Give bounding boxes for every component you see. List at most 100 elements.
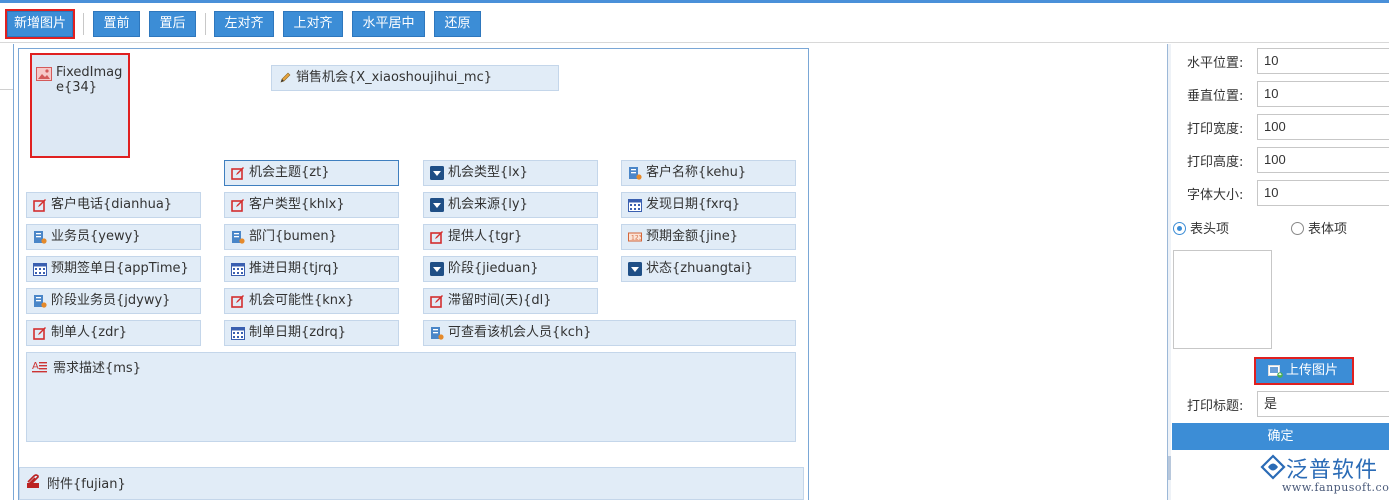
radio-unchecked-icon bbox=[1291, 222, 1304, 235]
field-tgr[interactable]: 提供人{tgr} bbox=[423, 224, 598, 250]
field-tjrq[interactable]: 推进日期{tjrq} bbox=[224, 256, 399, 282]
brand-url: www.fanpusoft.com bbox=[1282, 481, 1389, 494]
field-bm[interactable]: 部门{bumen} bbox=[224, 224, 399, 250]
print-width-input[interactable]: 100 bbox=[1257, 114, 1389, 140]
field-label: 阶段业务员{jdywy} bbox=[51, 293, 171, 308]
field-fxrq[interactable]: 发现日期{fxrq} bbox=[621, 192, 796, 218]
h-position-input[interactable]: 10 bbox=[1257, 48, 1389, 74]
v-position-row: 垂直位置: 10 bbox=[1172, 77, 1389, 110]
font-size-input[interactable]: 10 bbox=[1257, 180, 1389, 206]
brand-name: 泛普软件 bbox=[1286, 458, 1379, 483]
header-field-sales-opportunity[interactable]: 销售机会{X_xiaoshoujihui_mc} bbox=[271, 65, 559, 91]
upload-image-icon bbox=[1268, 364, 1283, 378]
user-list-icon bbox=[430, 326, 444, 340]
calendar-icon bbox=[231, 326, 245, 340]
user-list-icon bbox=[33, 294, 47, 308]
field-jhknx[interactable]: 机会可能性{knx} bbox=[224, 288, 399, 314]
field-jhlx[interactable]: 机会类型{lx} bbox=[423, 160, 598, 186]
field-label: 提供人{tgr} bbox=[448, 229, 523, 244]
edit-icon bbox=[231, 198, 245, 212]
calendar-icon bbox=[628, 198, 642, 212]
field-zt[interactable]: 状态{zhuangtai} bbox=[621, 256, 796, 282]
field-label: 客户电话{dianhua} bbox=[51, 197, 173, 212]
field-zdr[interactable]: 制单人{zdr} bbox=[26, 320, 201, 346]
field-yqqdr[interactable]: 预期签单日{appTime} bbox=[26, 256, 201, 282]
field-label: 需求描述{ms} bbox=[53, 361, 141, 376]
field-label: 业务员{yewy} bbox=[51, 229, 141, 244]
add-image-button[interactable]: 新增图片 bbox=[5, 9, 75, 39]
edit-icon bbox=[430, 230, 444, 244]
upload-label: 上传图片 bbox=[1286, 363, 1339, 378]
field-kch[interactable]: 可查看该机会人员{kch} bbox=[423, 320, 796, 346]
brand-logo: 泛普软件 www.fanpusoft.com bbox=[1260, 452, 1389, 500]
send-back-button[interactable]: 置后 bbox=[149, 11, 196, 37]
brand-logo-mark bbox=[1260, 454, 1286, 480]
field-label: 机会主题{zt} bbox=[249, 165, 330, 180]
edit-icon bbox=[33, 198, 47, 212]
field-label: 阶段{jieduan} bbox=[448, 261, 539, 276]
field-jd[interactable]: 阶段{jieduan} bbox=[423, 256, 598, 282]
dropdown-icon bbox=[430, 166, 444, 180]
radio-label: 表体项 bbox=[1308, 222, 1348, 237]
confirm-button[interactable]: 确定 bbox=[1172, 423, 1389, 450]
field-label: 发现日期{fxrq} bbox=[646, 197, 741, 212]
field-zdrq[interactable]: 制单日期{zdrq} bbox=[224, 320, 399, 346]
font-size-row: 字体大小: 10 bbox=[1172, 176, 1389, 209]
center-horizontal-button[interactable]: 水平居中 bbox=[352, 11, 425, 37]
field-jhly[interactable]: 机会来源{ly} bbox=[423, 192, 598, 218]
upload-image-button[interactable]: 上传图片 bbox=[1254, 357, 1354, 385]
field-label: 可查看该机会人员{kch} bbox=[448, 325, 592, 340]
v-position-input[interactable]: 10 bbox=[1257, 81, 1389, 107]
calendar-icon bbox=[231, 262, 245, 276]
field-label: 销售机会{X_xiaoshoujihui_mc} bbox=[296, 70, 493, 85]
user-list-icon bbox=[628, 166, 642, 180]
image-preview-box bbox=[1173, 250, 1272, 349]
restore-button[interactable]: 还原 bbox=[434, 11, 481, 37]
description-field[interactable]: A 需求描述{ms} bbox=[26, 352, 796, 442]
field-label: 部门{bumen} bbox=[249, 229, 337, 244]
align-left-button[interactable]: 左对齐 bbox=[214, 11, 274, 37]
panel-splitter[interactable] bbox=[1167, 44, 1171, 500]
field-jdywy[interactable]: 阶段业务员{jdywy} bbox=[26, 288, 201, 314]
field-label: 预期金额{jine} bbox=[646, 229, 739, 244]
pencil-icon bbox=[278, 71, 292, 85]
left-collapsed-panel[interactable] bbox=[0, 44, 14, 500]
align-top-button[interactable]: 上对齐 bbox=[283, 11, 343, 37]
print-height-input[interactable]: 100 bbox=[1257, 147, 1389, 173]
toolbar-divider bbox=[83, 13, 84, 35]
field-khdh[interactable]: 客户电话{dianhua} bbox=[26, 192, 201, 218]
toolbar-divider bbox=[205, 13, 206, 35]
property-panel: 水平位置: 10 垂直位置: 10 打印宽度: 100 打印高度: 100 字体… bbox=[1172, 44, 1389, 500]
calendar-icon bbox=[33, 262, 47, 276]
field-khlx[interactable]: 客户类型{khlx} bbox=[224, 192, 399, 218]
text-lines-icon: A bbox=[32, 359, 48, 373]
user-list-icon bbox=[231, 230, 245, 244]
fixed-image-element[interactable]: FixedImage{34} bbox=[30, 53, 130, 158]
print-width-label: 打印宽度: bbox=[1187, 122, 1244, 137]
field-label: 制单人{zdr} bbox=[51, 325, 127, 340]
field-ywy[interactable]: 业务员{yewy} bbox=[26, 224, 201, 250]
radio-checked-icon bbox=[1173, 222, 1186, 235]
field-zlsj[interactable]: 滞留时间(天){dl} bbox=[423, 288, 598, 314]
print-title-select[interactable]: 是 bbox=[1257, 391, 1389, 417]
print-width-row: 打印宽度: 100 bbox=[1172, 110, 1389, 143]
edit-icon bbox=[231, 166, 245, 180]
field-label: 制单日期{zdrq} bbox=[249, 325, 346, 340]
attachment-field[interactable]: 附件{fujian} bbox=[19, 467, 804, 500]
print-height-label: 打印高度: bbox=[1187, 155, 1244, 170]
field-yqje[interactable]: 123 预期金额{jine} bbox=[621, 224, 796, 250]
print-height-row: 打印高度: 100 bbox=[1172, 143, 1389, 176]
font-size-label: 字体大小: bbox=[1187, 188, 1244, 203]
field-khmc[interactable]: 客户名称{kehu} bbox=[621, 160, 796, 186]
field-label: 状态{zhuangtai} bbox=[646, 261, 753, 276]
dropdown-icon bbox=[430, 198, 444, 212]
toolbar: 新增图片 置前 置后 左对齐 上对齐 水平居中 还原 bbox=[0, 3, 1389, 43]
bring-front-button[interactable]: 置前 bbox=[93, 11, 140, 37]
field-label: 滞留时间(天){dl} bbox=[448, 293, 552, 308]
field-label: 机会类型{lx} bbox=[448, 165, 528, 180]
radio-body-item[interactable]: 表体项 bbox=[1291, 218, 1347, 237]
radio-header-item[interactable]: 表头项 bbox=[1173, 218, 1229, 237]
field-jhzt[interactable]: 机会主题{zt} bbox=[224, 160, 399, 186]
paperclip-icon bbox=[26, 474, 42, 488]
field-label: 推进日期{tjrq} bbox=[249, 261, 340, 276]
